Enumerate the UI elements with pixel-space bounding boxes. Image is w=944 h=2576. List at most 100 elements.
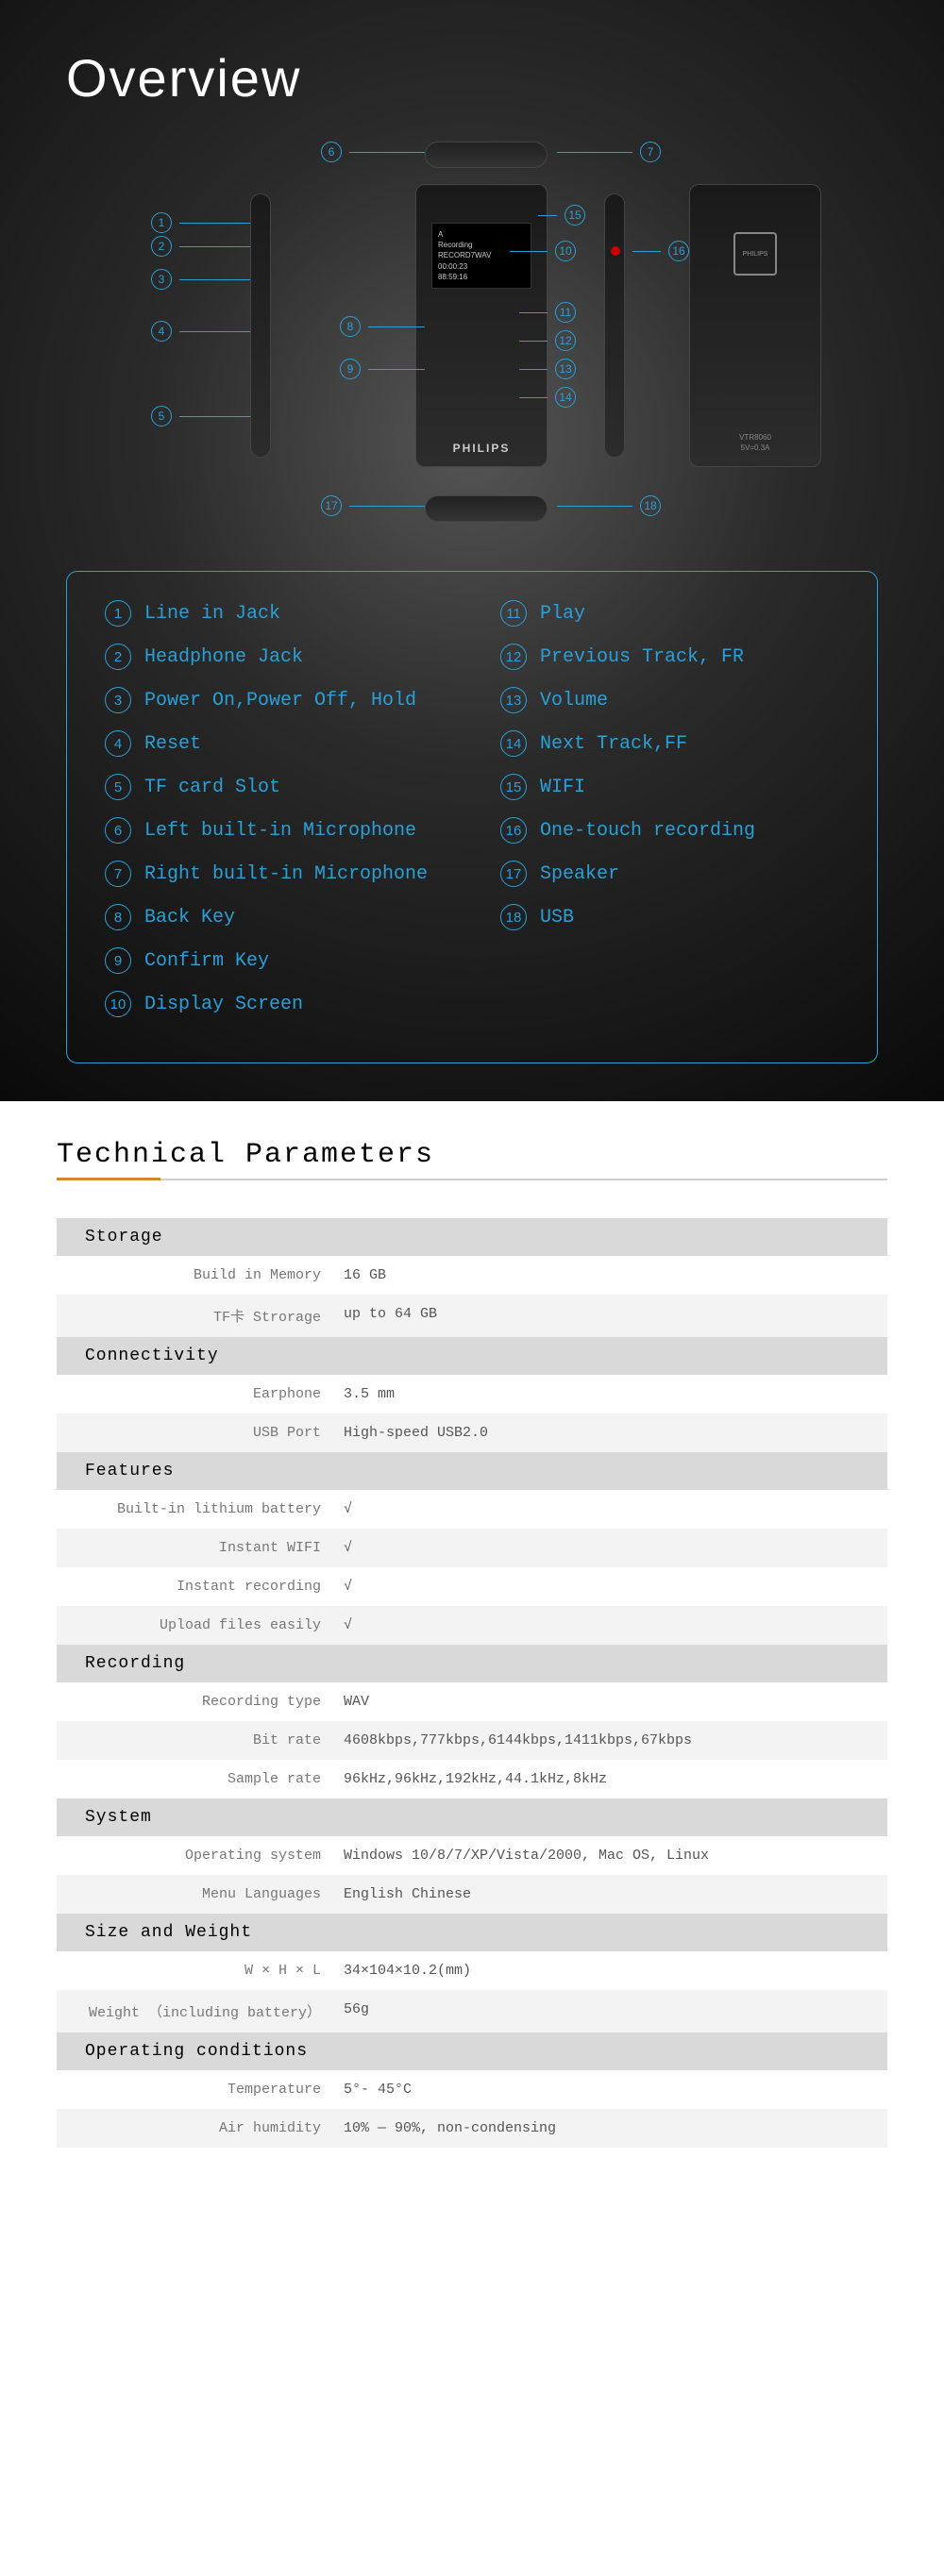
device-left-side xyxy=(250,193,271,458)
spec-value: High-speed USB2.0 xyxy=(340,1425,887,1441)
overview-section: Overview 6 7 1 2 3 4 5 A Recording RECOR… xyxy=(0,0,944,1101)
callout-13: 13 xyxy=(519,359,576,379)
legend-label: Confirm Key xyxy=(144,950,269,972)
spec-label: Earphone xyxy=(57,1386,340,1402)
spec-value: up to 64 GB xyxy=(340,1306,887,1326)
spec-value: √ xyxy=(340,1540,887,1556)
legend-item-9: 9Confirm Key xyxy=(105,947,444,974)
spec-label: Upload files easily xyxy=(57,1617,340,1633)
device-top-view xyxy=(425,142,548,168)
legend-number: 6 xyxy=(105,817,131,844)
philips-badge-icon: PHILIPS xyxy=(733,232,777,276)
legend-label: Right built-in Microphone xyxy=(144,863,428,885)
legend-item-2: 2Headphone Jack xyxy=(105,644,444,670)
legend-label: WIFI xyxy=(540,777,585,798)
legend-label: Left built-in Microphone xyxy=(144,820,416,842)
legend-item-4: 4Reset xyxy=(105,730,444,757)
legend-column-1: 1Line in Jack 2Headphone Jack 3Power On,Po… xyxy=(105,600,444,1034)
spec-row: Bit rate4608kbps,777kbps,6144kbps,1411kb… xyxy=(57,1721,887,1760)
legend-number: 17 xyxy=(500,861,527,887)
spec-label: Temperature xyxy=(57,2082,340,2098)
group-header: Size and Weight xyxy=(57,1914,887,1951)
spec-row: Air humidity10% — 90%, non-condensing xyxy=(57,2109,887,2148)
callout-18: 18 xyxy=(557,495,661,516)
spec-row: USB PortHigh-speed USB2.0 xyxy=(57,1413,887,1452)
legend-label: Play xyxy=(540,603,585,625)
spec-label: Instant WIFI xyxy=(57,1540,340,1556)
spec-row: Instant recording√ xyxy=(57,1567,887,1606)
legend-item-17: 17 Speaker xyxy=(500,861,839,887)
spec-row: W × H × L34×104×10.2(mm) xyxy=(57,1951,887,1990)
legend-item-14: 14Next Track,FF xyxy=(500,730,839,757)
legend-label: Display Screen xyxy=(144,994,303,1015)
callout-7: 7 xyxy=(557,142,661,162)
spec-label: Weight （including battery） xyxy=(57,2001,340,2021)
brand-logo: PHILIPS xyxy=(416,442,547,455)
device-diagram: 6 7 1 2 3 4 5 A Recording RECORD7WAV 00:… xyxy=(66,137,878,543)
group-header: System xyxy=(57,1798,887,1836)
legend-label: Speaker xyxy=(540,863,619,885)
legend-item-10: 10Display Screen xyxy=(105,991,444,1017)
spec-row: Temperature5°- 45°C xyxy=(57,2070,887,2109)
legend-number: 18 xyxy=(500,904,527,930)
callout-10: 10 xyxy=(510,241,576,261)
spec-row: Upload files easily√ xyxy=(57,1606,887,1645)
spec-value: Windows 10/8/7/XP/Vista/2000, Mac OS, Li… xyxy=(340,1848,887,1864)
spec-row: TF卡 Strorageup to 64 GB xyxy=(57,1295,887,1337)
legend-number: 3 xyxy=(105,687,131,713)
callout-4: 4 xyxy=(151,321,250,342)
spec-row: Earphone3.5 mm xyxy=(57,1375,887,1413)
spec-label: W × H × L xyxy=(57,1963,340,1979)
spec-value: √ xyxy=(340,1617,887,1633)
callout-16: 16 xyxy=(632,241,689,261)
legend-label: Next Track,FF xyxy=(540,733,687,755)
legend-item-13: 13Volume xyxy=(500,687,839,713)
tech-title: Technical Parameters xyxy=(57,1139,887,1180)
spec-label: Sample rate xyxy=(57,1771,340,1787)
legend-label: Back Key xyxy=(144,907,235,928)
device-right-side xyxy=(604,193,625,458)
spec-value: 10% — 90%, non-condensing xyxy=(340,2120,887,2136)
legend-item-15: 15 WIFI xyxy=(500,774,839,800)
spec-value: √ xyxy=(340,1501,887,1517)
legend-item-3: 3Power On,Power Off, Hold xyxy=(105,687,444,713)
legend-number: 15 xyxy=(500,774,527,800)
legend-number: 16 xyxy=(500,817,527,844)
legend-number: 5 xyxy=(105,774,131,800)
legend-label: Reset xyxy=(144,733,201,755)
spec-label: TF卡 Strorage xyxy=(57,1306,340,1326)
legend-item-5: 5 TF card Slot xyxy=(105,774,444,800)
callout-1: 1 xyxy=(151,212,250,233)
spec-row: Build in Memory16 GB xyxy=(57,1256,887,1295)
spec-label: Air humidity xyxy=(57,2120,340,2136)
legend-box: 1Line in Jack 2Headphone Jack 3Power On,Po… xyxy=(66,571,878,1063)
spec-row: Sample rate96kHz,96kHz,192kHz,44.1kHz,8k… xyxy=(57,1760,887,1798)
spec-label: Build in Memory xyxy=(57,1267,340,1283)
device-back-view: PHILIPS VTR8060 5V=0.3A xyxy=(689,184,821,467)
legend-number: 2 xyxy=(105,644,131,670)
legend-label: TF card Slot xyxy=(144,777,280,798)
group-header: Operating conditions xyxy=(57,2032,887,2070)
spec-value: 5°- 45°C xyxy=(340,2082,887,2098)
spec-value: WAV xyxy=(340,1694,887,1710)
spec-row: Recording typeWAV xyxy=(57,1682,887,1721)
callout-3: 3 xyxy=(151,269,250,290)
callout-6: 6 xyxy=(321,142,425,162)
group-header: Connectivity xyxy=(57,1337,887,1375)
legend-item-6: 6 Left built-in Microphone xyxy=(105,817,444,844)
spec-label: Operating system xyxy=(57,1848,340,1864)
spec-value: 3.5 mm xyxy=(340,1386,887,1402)
callout-12: 12 xyxy=(519,330,576,351)
spec-label: Built-in lithium battery xyxy=(57,1501,340,1517)
spec-value: 34×104×10.2(mm) xyxy=(340,1963,887,1979)
spec-value: √ xyxy=(340,1579,887,1595)
callout-11: 11 xyxy=(519,302,576,323)
spec-value: 16 GB xyxy=(340,1267,887,1283)
back-model-text: VTR8060 5V=0.3A xyxy=(690,433,820,453)
spec-label: Bit rate xyxy=(57,1732,340,1748)
legend-item-1: 1Line in Jack xyxy=(105,600,444,627)
callout-2: 2 xyxy=(151,236,250,257)
callout-14: 14 xyxy=(519,387,576,408)
spec-row: Instant WIFI√ xyxy=(57,1529,887,1567)
group-header: Features xyxy=(57,1452,887,1490)
